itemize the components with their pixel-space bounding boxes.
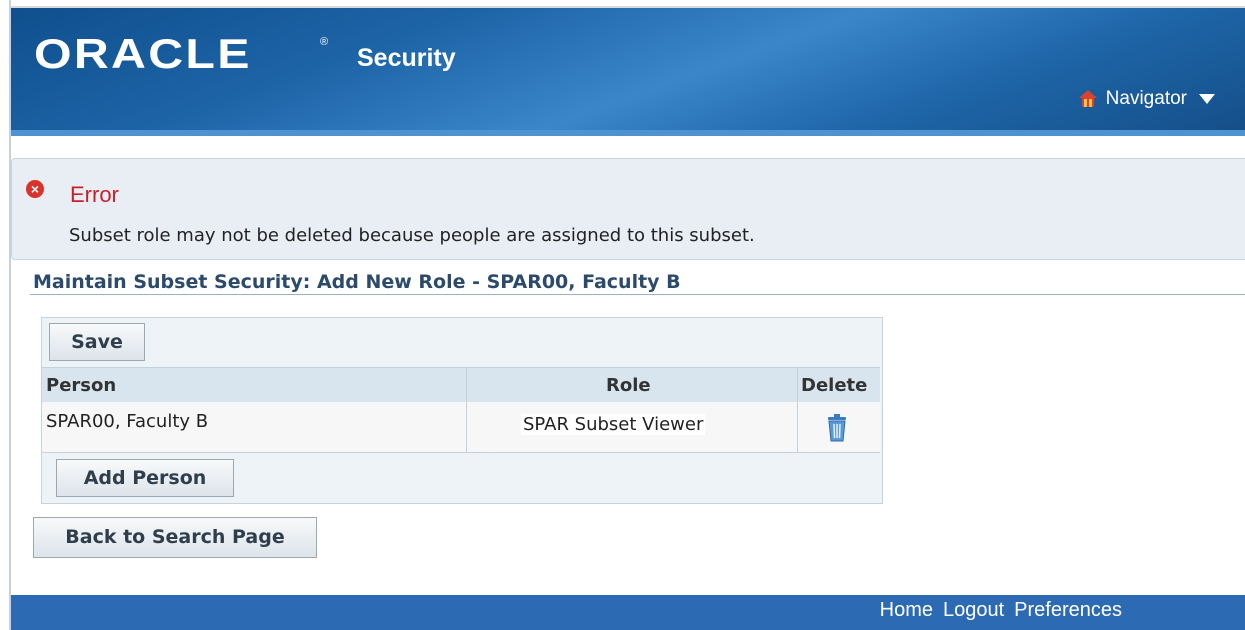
title-divider [30,294,1245,295]
oracle-logo: ORACLE [34,30,252,77]
column-divider [797,368,798,452]
role-cell: SPAR Subset Viewer [521,414,706,435]
trash-icon[interactable] [826,414,848,442]
person-cell: SPAR00, Faculty B [46,411,209,432]
add-person-button[interactable]: Add Person [56,459,234,497]
error-title: Error [70,182,119,207]
footer-link-home[interactable]: Home [880,599,933,622]
app-title: Security [357,44,456,72]
caret-down-icon[interactable] [1199,94,1215,104]
navigator-menu[interactable]: Navigator [1078,88,1215,110]
column-divider [466,368,467,452]
column-header-person: Person [46,375,117,396]
column-header-role: Role [606,375,651,396]
table-header-row [42,367,880,403]
save-button[interactable]: Save [49,323,145,361]
footer-link-logout[interactable]: Logout [943,599,1004,622]
navigator-label[interactable]: Navigator [1106,88,1187,110]
home-icon [1078,89,1098,109]
column-header-delete: Delete [801,375,868,396]
page-title: Maintain Subset Security: Add New Role -… [33,271,681,293]
back-to-search-button[interactable]: Back to Search Page [33,517,317,558]
error-icon: × [26,180,44,198]
registered-mark: ® [320,36,329,48]
footer-link-preferences[interactable]: Preferences [1014,599,1122,622]
footer-links: Home Logout Preferences [880,599,1122,622]
error-message: Subset role may not be deleted because p… [69,225,755,246]
